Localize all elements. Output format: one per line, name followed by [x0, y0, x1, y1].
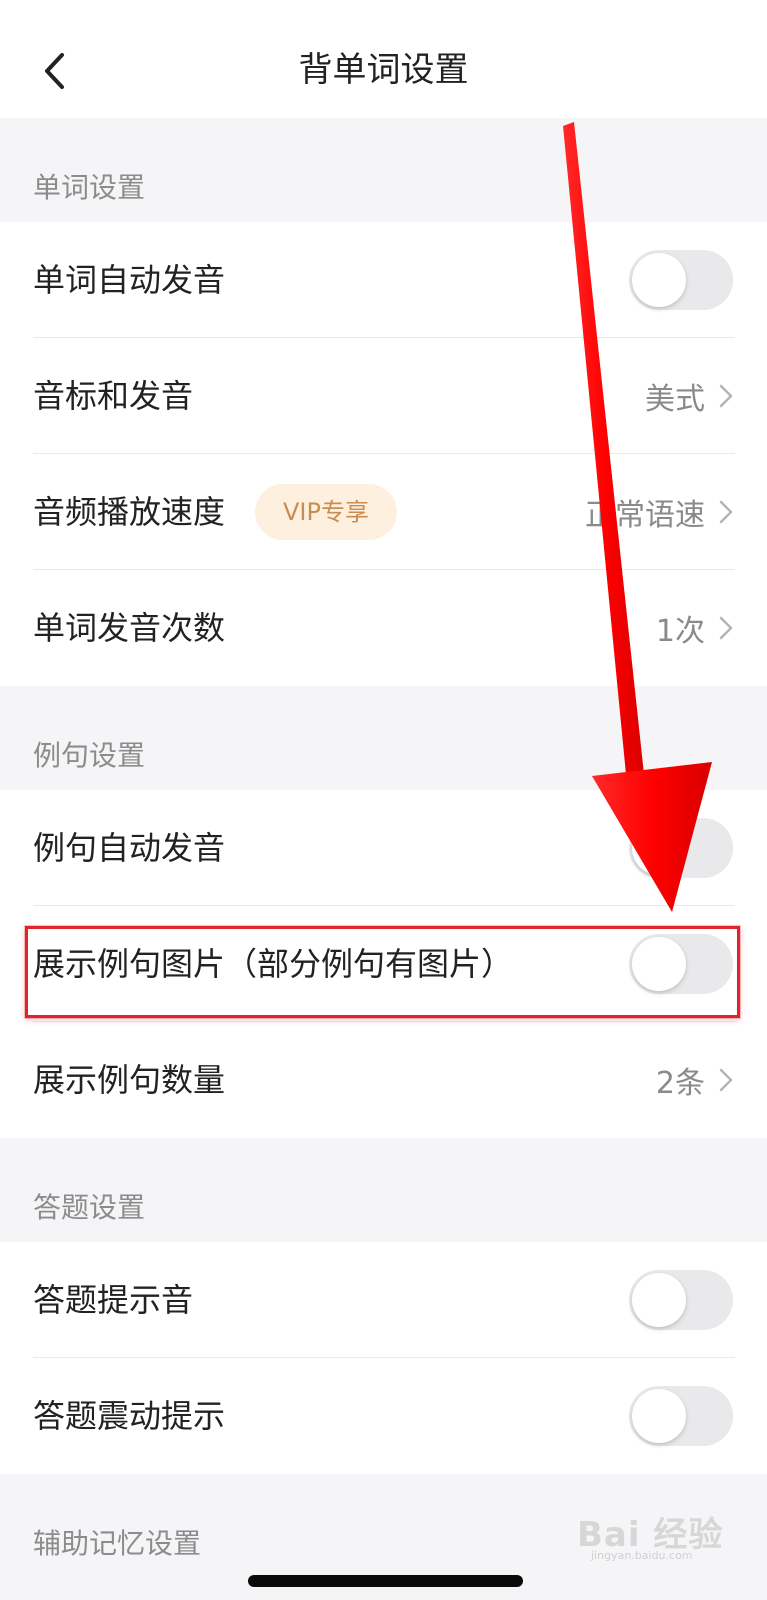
page-title: 背单词设置 [298, 50, 469, 90]
row-pronounce-count[interactable]: 单词发音次数 1次 [0, 570, 767, 686]
sentence-count-value[interactable]: 2条 [656, 1022, 733, 1138]
section-title: 例句设置 [33, 739, 146, 772]
row-label: 音频播放速度 [33, 493, 226, 531]
row-audio-speed[interactable]: 音频播放速度 VIP专享 正常语速 [0, 454, 767, 570]
row-answer-sound: 答题提示音 [0, 1242, 767, 1358]
toggle-knob [632, 821, 686, 875]
chevron-right-icon [719, 1068, 733, 1092]
row-label: 单词自动发音 [33, 261, 226, 299]
row-sentence-count[interactable]: 展示例句数量 2条 [0, 1022, 767, 1138]
pronounce-count-value[interactable]: 1次 [656, 570, 733, 686]
navigation-bar: 背单词设置 [0, 0, 767, 118]
section-title: 单词设置 [33, 171, 146, 204]
phonetic-value[interactable]: 美式 [645, 338, 733, 454]
chevron-right-icon [719, 500, 733, 524]
row-answer-vibration: 答题震动提示 [0, 1358, 767, 1474]
toggle-knob [632, 1389, 686, 1443]
toggle-knob [632, 1273, 686, 1327]
section-header-sentence: 例句设置 [0, 686, 767, 790]
row-label: 单词发音次数 [33, 609, 226, 647]
row-label: 展示例句数量 [33, 1061, 226, 1099]
section-header-answer: 答题设置 [0, 1138, 767, 1242]
word-auto-pronounce-toggle[interactable] [629, 250, 733, 310]
settings-group-answer: 答题提示音 答题震动提示 [0, 1242, 767, 1474]
audio-speed-value[interactable]: 正常语速 [585, 454, 733, 570]
row-label: 例句自动发音 [33, 829, 226, 867]
sentence-auto-pronounce-toggle[interactable] [629, 818, 733, 878]
row-value: 2条 [655, 1066, 705, 1101]
toggle-knob [632, 937, 686, 991]
section-title: 答题设置 [33, 1191, 146, 1224]
row-phonetic[interactable]: 音标和发音 美式 [0, 338, 767, 454]
section-header-word: 单词设置 [0, 118, 767, 222]
row-label: 音标和发音 [33, 377, 194, 415]
home-indicator [248, 1575, 523, 1587]
row-word-auto-pronounce: 单词自动发音 [0, 222, 767, 338]
vip-badge: VIP专享 [255, 484, 397, 540]
settings-group-sentence: 例句自动发音 展示例句图片（部分例句有图片） 展示例句数量 2条 [0, 790, 767, 1138]
chevron-right-icon [719, 616, 733, 640]
chevron-right-icon [719, 384, 733, 408]
settings-group-word: 单词自动发音 音标和发音 美式 音频播放速度 VIP专享 正常语速 单词发音次数… [0, 222, 767, 686]
answer-vibration-toggle[interactable] [629, 1386, 733, 1446]
row-value: 1次 [655, 614, 705, 649]
show-sentence-images-toggle[interactable] [629, 934, 733, 994]
row-value: 正常语速 [585, 498, 705, 533]
row-label: 答题震动提示 [33, 1397, 226, 1435]
toggle-knob [632, 253, 686, 307]
row-sentence-auto-pronounce: 例句自动发音 [0, 790, 767, 906]
answer-sound-toggle[interactable] [629, 1270, 733, 1330]
row-label: 展示例句图片（部分例句有图片） [33, 945, 514, 983]
row-show-sentence-images: 展示例句图片（部分例句有图片） [0, 906, 767, 1022]
row-label: 答题提示音 [33, 1281, 194, 1319]
section-title: 辅助记忆设置 [33, 1527, 202, 1560]
row-value: 美式 [645, 382, 705, 417]
section-header-memory: 辅助记忆设置 [0, 1474, 767, 1578]
